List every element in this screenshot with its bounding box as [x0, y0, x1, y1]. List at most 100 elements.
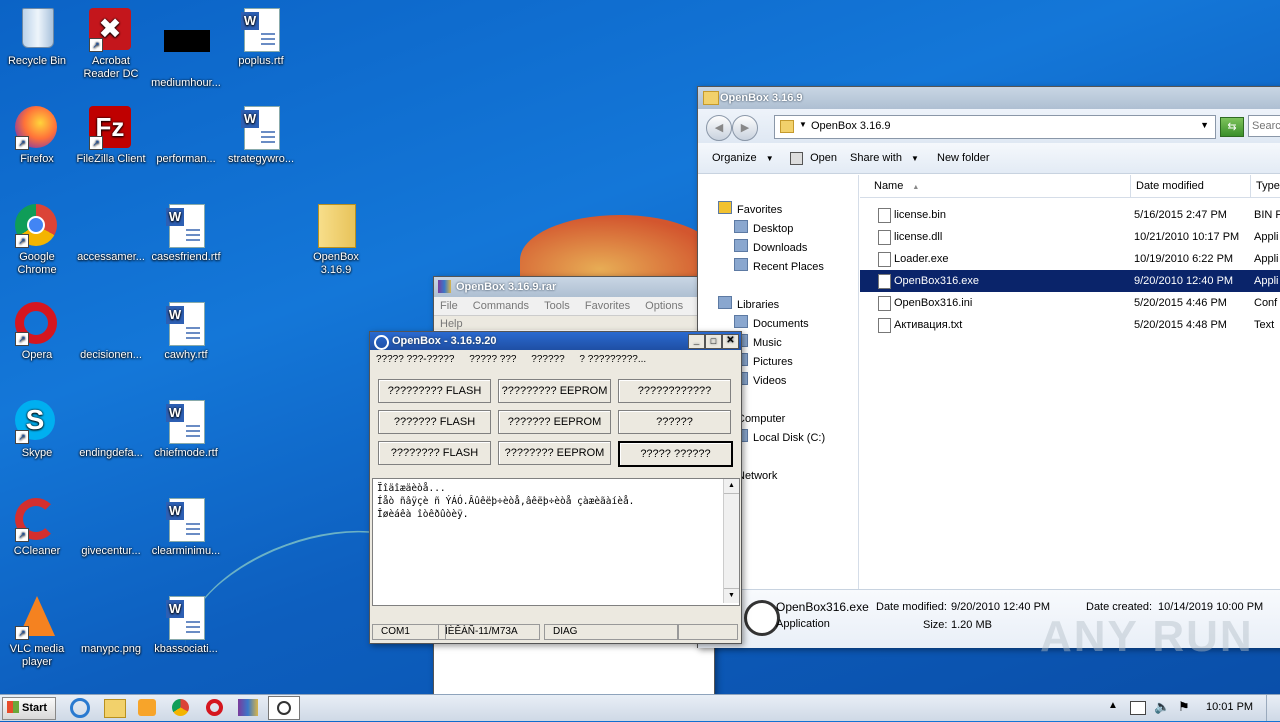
action-center-flag-icon[interactable]: ⚑	[1178, 699, 1190, 715]
column-name[interactable]: Name ▲	[874, 175, 919, 199]
openbox-menu-1[interactable]: ????? ???-?????	[370, 350, 460, 370]
button-6[interactable]: ??????	[618, 410, 731, 434]
file-row[interactable]: license.bin 5/16/2015 2:47 PM BIN F	[860, 204, 1280, 226]
scroll-down-icon[interactable]: ▼	[724, 588, 739, 603]
explorer-taskbar-icon[interactable]	[104, 699, 126, 718]
nav-libraries[interactable]: Libraries	[718, 296, 779, 312]
openbox-taskbar-button[interactable]	[268, 696, 300, 720]
desktop-icon[interactable]: ↗ Google Chrome	[0, 204, 74, 277]
desktop-icon[interactable]: ↗ Firefox	[0, 106, 74, 166]
desktop-icon[interactable]: Wclearminimu...	[149, 498, 223, 558]
winrar-menu-favorites[interactable]: Favorites	[579, 297, 636, 315]
nav-downloads[interactable]: Downloads	[734, 239, 807, 255]
nav-pictures[interactable]: Pictures	[734, 353, 793, 369]
address-dropdown-icon[interactable]: ▼	[1200, 120, 1209, 130]
share-with-button[interactable]: Share with ▼	[850, 143, 919, 174]
network-icon[interactable]	[1130, 701, 1146, 715]
desktop-icon[interactable]: ✖ ↗ Acrobat Reader DC	[74, 8, 148, 81]
desktop-icon[interactable]: Wstrategywro...	[224, 106, 298, 166]
read-eeprom-button[interactable]: ????????? EEPROM	[498, 379, 611, 403]
nav-local-disk[interactable]: Local Disk (C:)	[734, 429, 825, 445]
desktop-icon[interactable]: ↗ VLC media player	[0, 596, 74, 669]
chrome-taskbar-icon[interactable]	[172, 699, 189, 716]
minimize-button[interactable]: _	[688, 334, 705, 349]
desktop-icon[interactable]: Wcawhy.rtf	[149, 302, 223, 362]
desktop-icon[interactable]: Wkbassociati...	[149, 596, 223, 656]
desktop-icon[interactable]: Wchiefmode.rtf	[149, 400, 223, 460]
clock[interactable]: 10:01 PM	[1206, 701, 1253, 713]
file-row[interactable]: Активация.txt 5/20/2015 4:48 PM Text	[860, 314, 1280, 336]
file-row[interactable]: license.dll 10/21/2010 10:17 PM Appli	[860, 226, 1280, 248]
desktop-icon[interactable]: OpenBox 3.16.9	[299, 204, 373, 277]
scroll-up-icon[interactable]: ▲	[724, 479, 739, 494]
forward-button[interactable]: ▶	[732, 115, 758, 141]
volume-icon[interactable]: 🔈	[1154, 699, 1170, 715]
desktop-icon[interactable]: endingdefa...	[74, 400, 148, 460]
desktop-icon[interactable]: givecentur...	[74, 498, 148, 558]
opera-taskbar-icon[interactable]	[206, 699, 223, 716]
media-player-icon[interactable]	[138, 699, 156, 716]
log-scrollbar[interactable]: ▲ ▼	[723, 479, 739, 603]
back-button[interactable]: ◀	[706, 115, 732, 141]
maximize-button[interactable]: □	[705, 334, 722, 349]
openbox-menu-2[interactable]: ????? ???	[463, 350, 522, 370]
close-button[interactable]: ✕	[722, 334, 739, 349]
desktop-icon[interactable]: manypc.png	[74, 596, 148, 656]
desktop-icon[interactable]: decisionen...	[74, 302, 148, 362]
new-folder-button[interactable]: New folder	[937, 143, 990, 173]
desktop-icon[interactable]: ↗ Opera	[0, 302, 74, 362]
desktop-icon[interactable]: ↗ CCleaner	[0, 498, 74, 558]
file-row[interactable]: Loader.exe 10/19/2010 6:22 PM Appli	[860, 248, 1280, 270]
explorer-titlebar[interactable]: OpenBox 3.16.9	[698, 87, 1280, 109]
write-eeprom-button[interactable]: ??????? EEPROM	[498, 410, 611, 434]
winrar-menu-tools[interactable]: Tools	[538, 297, 576, 315]
desktop-icon[interactable]: mediumhour...	[149, 8, 223, 90]
openbox-window[interactable]: OpenBox - 3.16.9.20 _ □ ✕ ????? ???-????…	[369, 331, 742, 644]
desktop-icon[interactable]: accessamer...	[74, 204, 148, 264]
open-button[interactable]: Open	[790, 143, 837, 173]
file-name: Активация.txt	[894, 319, 963, 331]
nav-favorites[interactable]: Favorites	[718, 201, 782, 217]
nav-documents[interactable]: Documents	[734, 315, 809, 331]
desktop-icon[interactable]: S ↗ Skype	[0, 400, 74, 460]
file-row[interactable]: OpenBox316.ini 5/20/2015 4:46 PM Conf	[860, 292, 1280, 314]
winrar-titlebar[interactable]: OpenBox 3.16.9.rar	[434, 277, 714, 297]
button-9[interactable]: ????? ??????	[618, 441, 733, 467]
breadcrumb-chevron-icon[interactable]: ▼	[799, 120, 807, 129]
openbox-titlebar[interactable]: OpenBox - 3.16.9.20 _ □ ✕	[370, 332, 741, 350]
desktop-icon[interactable]: Recycle Bin	[0, 8, 74, 68]
winrar-taskbar-icon[interactable]	[238, 699, 258, 716]
address-bar[interactable]: ▼ OpenBox 3.16.9 ▼	[774, 115, 1216, 139]
ie-icon[interactable]	[70, 698, 90, 718]
verify-eeprom-button[interactable]: ???????? EEPROM	[498, 441, 611, 465]
openbox-menu-4[interactable]: ? ?????????...	[573, 350, 652, 370]
start-button[interactable]: Start	[2, 697, 56, 720]
show-hidden-icons[interactable]: ▲	[1108, 700, 1118, 711]
desktop-icon[interactable]: Fz ↗ FileZilla Client	[74, 106, 148, 166]
organize-button[interactable]: Organize ▼	[712, 143, 774, 174]
column-divider[interactable]	[1250, 175, 1251, 197]
column-type[interactable]: Type	[1256, 175, 1280, 197]
desktop-icon[interactable]: Wpoplus.rtf	[224, 8, 298, 68]
explorer-window[interactable]: OpenBox 3.16.9 ◀ ▶ ▼ OpenBox 3.16.9 ▼ ⇆ …	[697, 86, 1280, 648]
openbox-menu-3[interactable]: ??????	[525, 350, 570, 370]
show-desktop-button[interactable]	[1266, 695, 1280, 721]
winrar-menu-file[interactable]: File	[434, 297, 464, 315]
refresh-button[interactable]: ⇆	[1220, 117, 1244, 137]
search-input[interactable]	[1248, 115, 1280, 137]
breadcrumb[interactable]: OpenBox 3.16.9	[811, 120, 891, 132]
button-3[interactable]: ????????????	[618, 379, 731, 403]
winrar-menu-commands[interactable]: Commands	[467, 297, 535, 315]
desktop-icon[interactable]: performan...	[149, 106, 223, 166]
read-flash-button[interactable]: ????????? FLASH	[378, 379, 491, 403]
strategywro-icon: W	[239, 106, 283, 150]
verify-flash-button[interactable]: ???????? FLASH	[378, 441, 491, 465]
nav-desktop[interactable]: Desktop	[734, 220, 793, 236]
write-flash-button[interactable]: ??????? FLASH	[378, 410, 491, 434]
desktop-icon[interactable]: Wcasesfriend.rtf	[149, 204, 223, 264]
column-divider[interactable]	[1130, 175, 1131, 197]
column-date[interactable]: Date modified	[1136, 175, 1204, 197]
winrar-menu-options[interactable]: Options	[639, 297, 689, 315]
file-row[interactable]: OpenBox316.exe 9/20/2010 12:40 PM Appli	[860, 270, 1280, 292]
nav-recent-places[interactable]: Recent Places	[734, 258, 824, 274]
